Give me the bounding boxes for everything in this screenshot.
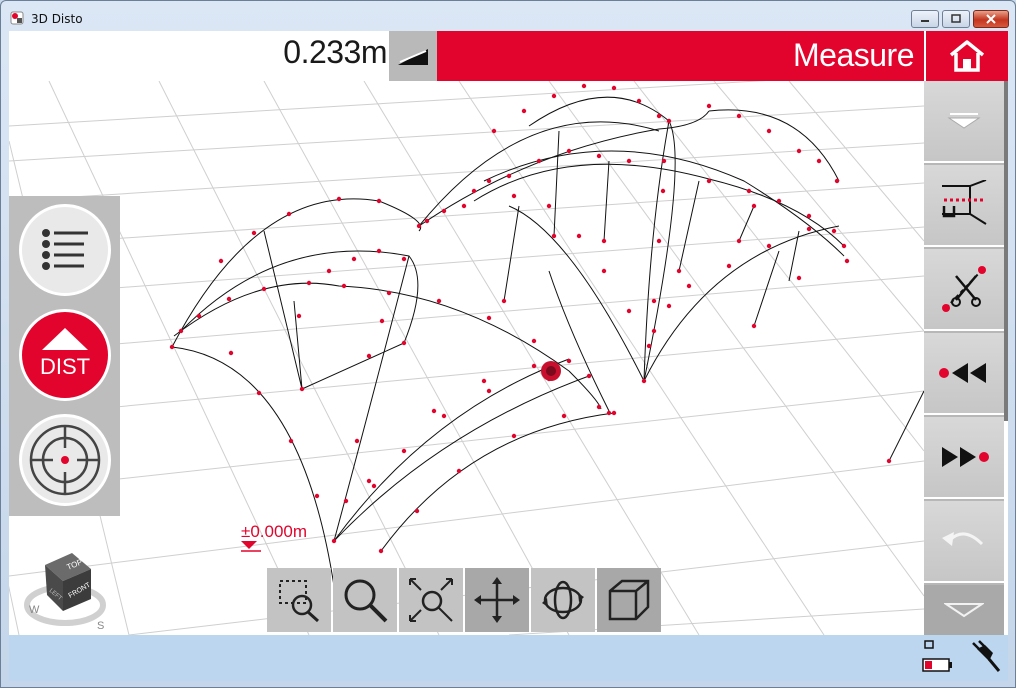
- chevron-down-icon: [944, 603, 984, 618]
- mode-header: Measure: [437, 31, 924, 81]
- zoom-icon: [344, 579, 388, 623]
- height-reference-label: ±0.000m: [241, 522, 308, 541]
- status-bar: [9, 635, 1008, 681]
- cut-tool-button[interactable]: [924, 249, 1004, 331]
- mode-title: Measure: [793, 37, 915, 73]
- zoom-extents-icon: [409, 578, 453, 622]
- station-marker-icon[interactable]: [541, 361, 561, 381]
- list-button[interactable]: [19, 204, 111, 296]
- slope-distance-button[interactable]: [389, 31, 437, 81]
- compass-s-label: S: [97, 620, 104, 632]
- room-icon: [942, 180, 987, 225]
- right-scrollbar[interactable]: [1004, 81, 1008, 421]
- scroll-down-button[interactable]: [924, 585, 1004, 635]
- maximize-button[interactable]: [942, 10, 970, 28]
- scroll-up-button[interactable]: [924, 81, 1004, 163]
- zoom-extents-button[interactable]: [399, 568, 463, 632]
- battery-icon: [922, 640, 952, 672]
- forward-button[interactable]: [924, 417, 1004, 499]
- view-cube[interactable]: TOP FRONT LEFT W S: [17, 543, 113, 635]
- target-button[interactable]: [19, 414, 111, 506]
- left-toolbar: DIST: [9, 196, 120, 516]
- window-title: 3D Disto: [31, 12, 83, 26]
- down-arrow-icon: [947, 113, 981, 129]
- home-button[interactable]: [924, 31, 1008, 81]
- minimize-icon: [921, 20, 929, 22]
- undo-button[interactable]: [924, 501, 1004, 583]
- zoom-button[interactable]: [333, 568, 397, 632]
- maximize-icon: [951, 14, 961, 23]
- up-arrow-icon: DIST: [40, 328, 90, 379]
- target-icon: [29, 424, 101, 496]
- rewind-icon: [939, 363, 986, 383]
- scissors-icon: [942, 266, 986, 312]
- forward-icon: [942, 447, 989, 467]
- app-window: 3D Disto ±0.000m 0.233m Measure DIST TOP…: [0, 0, 1016, 688]
- zoom-window-button[interactable]: [267, 568, 331, 632]
- list-icon: [42, 229, 88, 270]
- pan-button[interactable]: [465, 568, 529, 632]
- app-logo-icon: [10, 11, 24, 25]
- plug-icon: [972, 640, 1001, 672]
- distance-readout: 0.233m: [283, 34, 387, 70]
- pan-icon: [474, 577, 520, 623]
- right-toolbar: [924, 81, 1004, 635]
- undo-icon: [942, 532, 984, 546]
- box-view-button[interactable]: [597, 568, 661, 632]
- slope-icon: [398, 49, 428, 65]
- room-measure-button[interactable]: [924, 165, 1004, 247]
- client-area: ±0.000m 0.233m Measure DIST TOP FRONT LE…: [9, 31, 1008, 635]
- box-view-icon: [608, 579, 650, 621]
- viewport-canvas[interactable]: [9, 81, 924, 635]
- zoom-window-icon: [279, 580, 320, 623]
- orbit-icon: [542, 580, 584, 620]
- minimize-button[interactable]: [911, 10, 939, 28]
- dist-button[interactable]: DIST: [19, 309, 111, 401]
- rewind-button[interactable]: [924, 333, 1004, 415]
- close-button[interactable]: [973, 10, 1009, 28]
- dist-label: DIST: [40, 354, 90, 379]
- home-icon: [949, 40, 985, 72]
- top-bar: 0.233m Measure: [9, 31, 1008, 81]
- title-bar: 3D Disto: [1, 1, 1015, 31]
- orbit-button[interactable]: [531, 568, 595, 632]
- compass-w-label: W: [29, 604, 40, 616]
- close-icon: [986, 14, 996, 24]
